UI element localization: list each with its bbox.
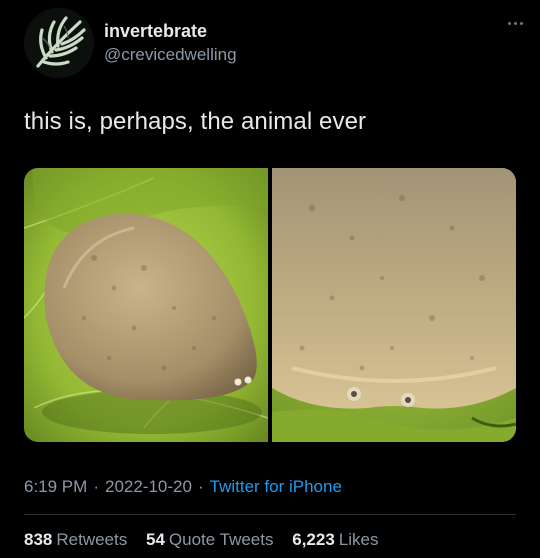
meta-separator: · [93,477,99,496]
fern-leaf-avatar-icon [24,8,94,78]
tweet-date[interactable]: 2022-10-20 [105,477,192,496]
slug-photo-full-body[interactable] [24,168,268,442]
likes-stat[interactable]: 6,223 Likes [292,530,378,549]
tweet-source-link[interactable]: Twitter for iPhone [210,477,342,496]
retweets-stat[interactable]: 838 Retweets [24,530,127,549]
tweet-meta: 6:19 PM · 2022-10-20 · Twitter for iPhone [24,477,342,497]
engagement-stats: 838 Retweets 54 Quote Tweets 6,223 Likes [24,530,392,550]
tweet-time[interactable]: 6:19 PM [24,477,87,496]
quote-tweets-label: Quote Tweets [168,530,274,549]
slug-head-closeup-image [272,168,516,442]
meta-separator: · [197,477,204,496]
likes-label: Likes [338,530,379,549]
quote-tweets-count: 54 [145,530,165,549]
likes-count: 6,223 [292,530,335,549]
avatar[interactable] [24,8,94,78]
retweets-count: 838 [24,530,53,549]
retweets-label: Retweets [56,530,128,549]
slug-photo-closeup[interactable] [272,168,516,442]
slug-on-leaf-image [24,168,268,442]
divider [24,514,516,515]
author-display-name[interactable]: invertebrate [104,21,207,42]
media-grid [24,168,516,442]
tweet-text: this is, perhaps, the animal ever [24,108,367,135]
author-handle[interactable]: @crevicedwelling [104,45,237,65]
more-options-icon[interactable] [506,18,526,28]
quote-tweets-stat[interactable]: 54 Quote Tweets [146,530,274,549]
